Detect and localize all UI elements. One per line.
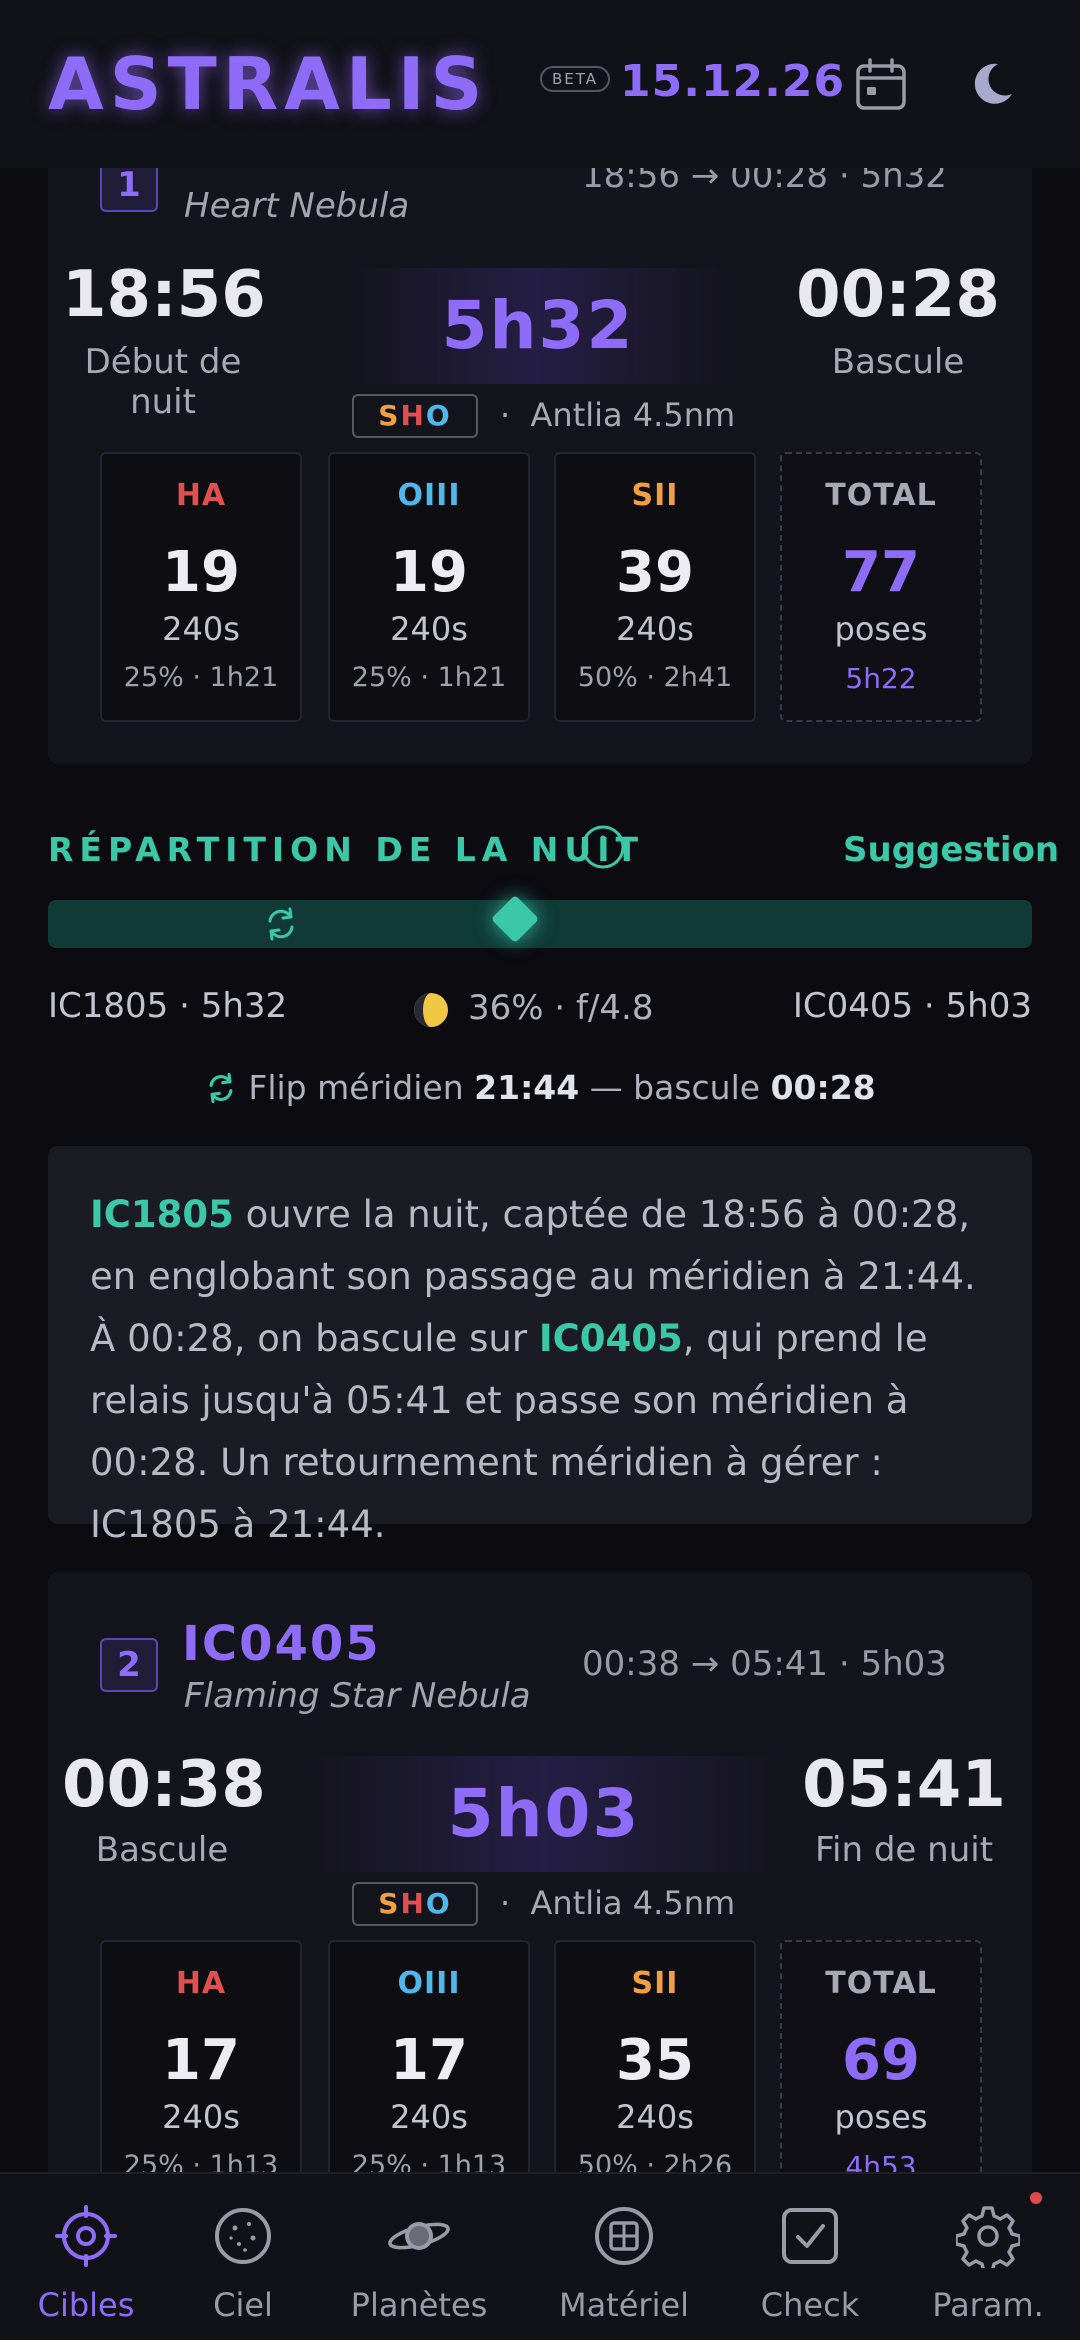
filter-share: 25% · 1h21 <box>123 662 279 693</box>
filter-name: HA <box>175 1966 227 2001</box>
beta-badge: BETA <box>540 66 611 92</box>
check-icon <box>782 2208 838 2264</box>
calendar-icon[interactable] <box>855 58 907 112</box>
duration-display: 5h03 <box>304 1756 784 1872</box>
settings-icon <box>956 2206 1020 2268</box>
total-box: TOTAL 69 poses 4h53 <box>780 1940 982 2210</box>
bottom-navigation: Cibles Ciel Planètes Matériel Check Para… <box>0 2172 1080 2340</box>
filter-name: SII <box>631 1966 679 2001</box>
filter-count: 35 <box>616 2028 694 2093</box>
filter-exposure: 240s <box>162 610 240 648</box>
filter-count: 39 <box>616 540 694 605</box>
nav-tab-cibles[interactable]: Cibles <box>0 2174 172 2340</box>
target-card-1: 1 IC1805 Heart Nebula 18:56 → 00:28 · 5h… <box>48 120 1032 764</box>
sky-icon <box>215 2208 271 2264</box>
section-title: RÉPARTITION DE LA NUIT <box>48 830 644 869</box>
nav-label: Check <box>760 2286 860 2324</box>
total-count: 69 <box>842 2028 920 2093</box>
moon-info: 36% · f/4.8 <box>468 988 654 1028</box>
filter-share: 25% · 1h21 <box>351 662 507 693</box>
filter-exposure: 240s <box>390 610 468 648</box>
filter-count: 19 <box>162 540 240 605</box>
end-label: Fin de nuit <box>814 1830 994 1870</box>
palette-badge: SHO <box>352 1882 478 1926</box>
nav-tab-materiel[interactable]: Matériel <box>540 2174 708 2340</box>
end-time: 05:41 <box>802 1748 1006 1822</box>
start-time: 18:56 <box>62 258 266 332</box>
target-id[interactable]: IC0405 <box>182 1616 381 1672</box>
filter-box-sii[interactable]: SII 35 240s 50% · 2h26 <box>554 1940 756 2210</box>
filter-name: HA <box>175 478 227 513</box>
app-logo: ASTRALIS <box>48 42 489 126</box>
moon-phase-icon <box>414 993 448 1027</box>
total-label: TOTAL <box>825 1966 937 2001</box>
filter-box-ha[interactable]: HA 19 240s 25% · 1h21 <box>100 452 302 722</box>
target-name: Heart Nebula <box>184 186 410 226</box>
info-icon[interactable] <box>580 824 626 870</box>
duration-display: 5h32 <box>348 268 728 384</box>
target-rank-badge: 2 <box>100 1638 158 1692</box>
filter-name: OIII <box>397 478 461 513</box>
app-header: ASTRALIS BETA 15.12.26 <box>0 0 1080 168</box>
refresh-icon <box>268 907 294 941</box>
filter-box-sii[interactable]: SII 39 240s 50% · 2h41 <box>554 452 756 722</box>
equipment-icon <box>595 2207 653 2265</box>
target-time-range: 00:38 → 05:41 · 5h03 <box>582 1644 947 1684</box>
filter-count: 17 <box>390 2028 468 2093</box>
total-box: TOTAL 77 poses 5h22 <box>780 452 982 722</box>
total-label: TOTAL <box>825 478 937 513</box>
filter-count: 17 <box>162 2028 240 2093</box>
filter-name: SII <box>631 478 679 513</box>
nav-tab-check[interactable]: Check <box>740 2174 880 2340</box>
nav-tab-planetes[interactable]: Planètes <box>330 2174 508 2340</box>
total-unit: poses <box>834 610 928 648</box>
filter-name: OIII <box>397 1966 461 2001</box>
total-unit: poses <box>834 2098 928 2136</box>
current-date[interactable]: 15.12.26 <box>620 56 845 107</box>
end-label: Bascule <box>831 342 965 382</box>
nav-label: Ciel <box>213 2286 273 2324</box>
target-card-2: 2 IC0405 Flaming Star Nebula 00:38 → 05:… <box>48 1572 1032 2272</box>
filter-count: 19 <box>390 540 468 605</box>
filter-box-oiii[interactable]: OIII 19 240s 25% · 1h21 <box>328 452 530 722</box>
filter-exposure: 240s <box>616 610 694 648</box>
night-split-bar[interactable] <box>48 900 1032 948</box>
notification-dot <box>1030 2192 1042 2204</box>
split-left-label: IC1805 · 5h32 <box>48 986 288 1026</box>
target-name: Flaming Star Nebula <box>184 1676 531 1716</box>
nav-label: Param. <box>932 2286 1044 2324</box>
nav-tab-param[interactable]: Param. <box>916 2174 1060 2340</box>
moon-icon[interactable] <box>968 60 1016 108</box>
filter-set-label: · Antlia 4.5nm <box>500 1884 736 1922</box>
filter-share: 50% · 2h41 <box>577 662 733 693</box>
target-icon <box>55 2205 117 2267</box>
palette-badge: SHO <box>352 394 478 438</box>
nav-label: Matériel <box>558 2286 690 2324</box>
flip-icon <box>209 1073 233 1103</box>
start-time: 00:38 <box>62 1748 266 1822</box>
filter-exposure: 240s <box>162 2098 240 2136</box>
filter-exposure: 240s <box>390 2098 468 2136</box>
meridian-flip-info: Flip méridien 21:44 — bascule 00:28 <box>0 1068 1080 1107</box>
end-time: 00:28 <box>796 258 1000 332</box>
total-count: 77 <box>842 540 920 605</box>
start-label: Début de nuit <box>84 342 242 422</box>
nav-label: Planètes <box>350 2286 488 2324</box>
filter-set-label: · Antlia 4.5nm <box>500 396 736 434</box>
nav-tab-ciel[interactable]: Ciel <box>172 2174 314 2340</box>
suggestion-button[interactable]: Suggestion <box>843 830 1059 870</box>
split-right-label: IC0405 · 5h03 <box>792 986 1032 1026</box>
night-summary: IC1805 ouvre la nuit, captée de 18:56 à … <box>48 1146 1032 1546</box>
total-time: 5h22 <box>845 662 917 695</box>
filter-box-ha[interactable]: HA 17 240s 25% · 1h13 <box>100 1940 302 2210</box>
start-label: Bascule <box>95 1830 229 1870</box>
planet-icon <box>388 2222 450 2250</box>
filter-box-oiii[interactable]: OIII 17 240s 25% · 1h13 <box>328 1940 530 2210</box>
filter-exposure: 240s <box>616 2098 694 2136</box>
nav-label: Cibles <box>37 2286 135 2324</box>
